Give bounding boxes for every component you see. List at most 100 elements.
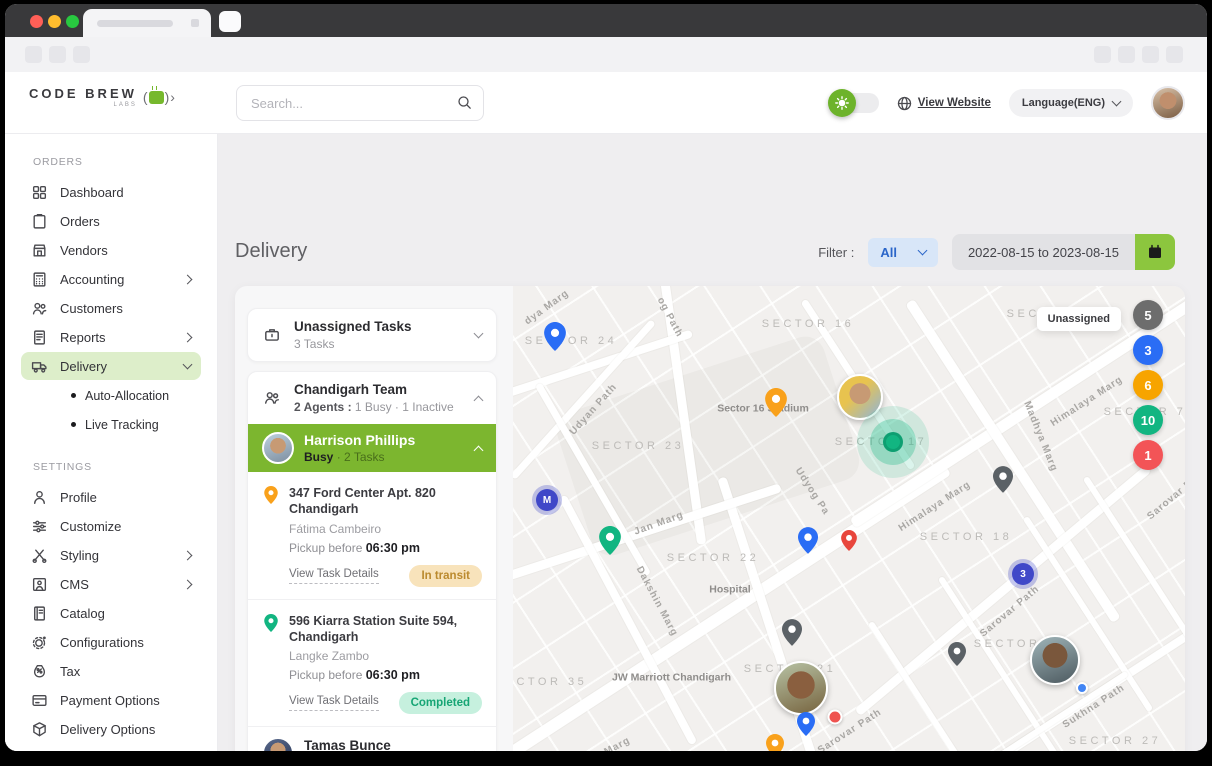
- green-pin-icon: [264, 614, 278, 715]
- calendar-icon: [1147, 244, 1163, 260]
- sidebar-item-delivery-options[interactable]: Delivery Options: [21, 715, 201, 743]
- unassigned-tooltip: Unassigned: [1037, 307, 1121, 331]
- chevron-up-icon: [474, 445, 484, 455]
- filter-dropdown[interactable]: All: [868, 238, 938, 267]
- view-task-details-link[interactable]: View Task Details: [289, 568, 379, 584]
- chevron-right-icon: [183, 332, 193, 342]
- users-icon: [31, 300, 48, 317]
- map-pin[interactable]: [599, 526, 621, 560]
- agent-row-harrison-phillips[interactable]: Harrison Phillips Busy · 2 Tasks: [248, 424, 496, 472]
- marker-count-badge[interactable]: 6: [1133, 370, 1163, 400]
- user-avatar[interactable]: [1151, 86, 1185, 120]
- map-dot-marker[interactable]: [1076, 682, 1088, 694]
- browser-titlebar: [5, 4, 1207, 37]
- browser-tab[interactable]: [83, 9, 211, 37]
- sidebar-item-tax[interactable]: Tax: [21, 657, 201, 685]
- chandigarh-team-header[interactable]: Chandigarh Team 2 Agents : 1 Busy · 1 In…: [248, 372, 496, 424]
- truck-icon: [31, 358, 48, 375]
- minimize-window-button[interactable]: [48, 15, 61, 28]
- live-location-radar: [857, 406, 929, 478]
- sidebar-item-customize[interactable]: Customize: [21, 512, 201, 540]
- sidebar-item-delivery[interactable]: Delivery: [21, 352, 201, 380]
- tools-icon: [31, 547, 48, 564]
- sidebar-item-styling[interactable]: Styling: [21, 541, 201, 569]
- code-brew-logo[interactable]: CODE BREW LABS ()›: [29, 86, 175, 108]
- sidebar-item-dashboard[interactable]: Dashboard: [21, 178, 201, 206]
- agent-avatar-marker[interactable]: [1030, 635, 1080, 685]
- map-pin[interactable]: [765, 388, 787, 422]
- date-range-input[interactable]: 2022-08-15 to 2023-08-15: [952, 234, 1135, 270]
- place-label: JW Marriott Chandigarh: [612, 671, 694, 684]
- sliders-icon: [31, 518, 48, 535]
- cluster-marker[interactable]: 3: [1012, 563, 1034, 585]
- orange-pin-icon: [264, 486, 278, 587]
- agent-avatar: [262, 432, 294, 464]
- view-website-link[interactable]: View Website: [897, 96, 991, 111]
- logo-subtitle: LABS: [29, 102, 137, 108]
- chevron-down-icon: [474, 329, 484, 339]
- browser-toolbar: [5, 37, 1207, 72]
- map-dot-marker[interactable]: [828, 710, 843, 725]
- map-pin[interactable]: [766, 734, 784, 751]
- cluster-marker[interactable]: M: [536, 489, 558, 511]
- sector-label: SECTOR 18: [920, 531, 1012, 543]
- filter-label: Filter :: [818, 245, 854, 260]
- unassigned-tasks-header[interactable]: Unassigned Tasks 3 Tasks: [248, 309, 496, 361]
- calculator-icon: [31, 271, 48, 288]
- marker-count-badge[interactable]: 3: [1133, 335, 1163, 365]
- tax-icon: [31, 663, 48, 680]
- agent-avatar: [262, 737, 294, 751]
- sidebar-item-catalog[interactable]: Catalog: [21, 599, 201, 627]
- status-badge: In transit: [409, 565, 482, 587]
- theme-toggle[interactable]: [833, 93, 879, 113]
- bullet-icon: [71, 422, 76, 427]
- sidebar-item-customers[interactable]: Customers: [21, 294, 201, 322]
- book-icon: [31, 605, 48, 622]
- team-icon: [262, 388, 282, 408]
- delivery-map[interactable]: Unassigned 536101 SECTOR 24SECTOR 16SECT…: [513, 286, 1185, 751]
- place-label: Sector 16 Stadium: [717, 402, 809, 415]
- language-selector[interactable]: Language(ENG): [1009, 89, 1133, 117]
- sector-label: SECTOR 35: [513, 676, 587, 688]
- sidebar-item-vendors[interactable]: Vendors: [21, 236, 201, 264]
- map-pin[interactable]: [798, 527, 818, 559]
- search-input[interactable]: [236, 85, 484, 121]
- sector-label: SECTOR 23: [592, 440, 684, 452]
- marker-count-badge[interactable]: 1: [1133, 440, 1163, 470]
- agent-row-tamas-bunce[interactable]: Tamas Bunce Inactive · 2 Tasks: [248, 726, 496, 751]
- unassigned-tasks-card: Unassigned Tasks 3 Tasks: [247, 308, 497, 362]
- tab-title-placeholder: [97, 20, 173, 27]
- agent-avatar-marker[interactable]: [774, 661, 828, 715]
- sidebar-item-reports[interactable]: Reports: [21, 323, 201, 351]
- sidebar-item-configurations[interactable]: Configurations: [21, 628, 201, 656]
- bullet-icon: [71, 393, 76, 398]
- sidebar-item-profile[interactable]: Profile: [21, 483, 201, 511]
- sidebar-item-payment-options[interactable]: Payment Options: [21, 686, 201, 714]
- view-task-details-link[interactable]: View Task Details: [289, 695, 379, 711]
- marker-count-badge[interactable]: 10: [1133, 405, 1163, 435]
- marker-count-badge[interactable]: 5: [1133, 300, 1163, 330]
- sidebar-item-cms[interactable]: CMS: [21, 570, 201, 598]
- map-pin[interactable]: [841, 530, 857, 556]
- page-title: Delivery: [235, 240, 307, 263]
- map-pin[interactable]: [993, 466, 1013, 498]
- new-tab-button[interactable]: [219, 11, 241, 32]
- search-icon: [457, 95, 472, 115]
- map-pin[interactable]: [797, 712, 815, 741]
- sidebar-item-accounting[interactable]: Accounting: [21, 265, 201, 293]
- sidebar-item-orders[interactable]: Orders: [21, 207, 201, 235]
- maximize-window-button[interactable]: [66, 15, 79, 28]
- cms-icon: [31, 576, 48, 593]
- toolbar-icon-placeholder: [1118, 46, 1135, 63]
- logo-icon: ()›: [143, 89, 175, 105]
- person-icon: [31, 489, 48, 506]
- calendar-button[interactable]: [1135, 234, 1175, 270]
- map-pin[interactable]: [948, 642, 966, 671]
- map-pin[interactable]: [782, 619, 802, 651]
- close-window-button[interactable]: [30, 15, 43, 28]
- grid-icon: [31, 184, 48, 201]
- map-pin[interactable]: [544, 322, 566, 356]
- report-icon: [31, 329, 48, 346]
- sidebar-subitem-auto-allocation[interactable]: Auto-Allocation: [71, 381, 217, 410]
- sidebar-subitem-live-tracking[interactable]: Live Tracking: [71, 410, 217, 439]
